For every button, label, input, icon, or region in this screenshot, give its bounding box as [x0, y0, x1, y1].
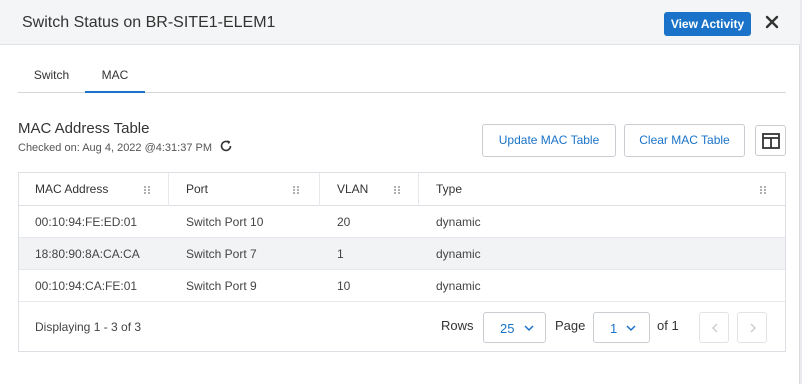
cell-mac-address: 18:80:90:8A:CA:CA [35, 247, 140, 261]
cell-type: dynamic [436, 279, 481, 293]
table-row[interactable]: 00:10:94:CA:FE:01 Switch Port 9 10 dynam… [19, 270, 785, 302]
close-icon[interactable] [763, 13, 781, 31]
modal-title: Switch Status on BR-SITE1-ELEM1 [22, 14, 276, 31]
cell-mac-address: 00:10:94:CA:FE:01 [35, 279, 138, 293]
page-number-select[interactable]: 1 [593, 312, 650, 343]
cell-type: dynamic [436, 247, 481, 261]
column-header-label: Port [186, 182, 209, 196]
chevron-right-icon [750, 323, 756, 333]
cell-port: Switch Port 10 [186, 215, 264, 229]
tab-mac[interactable]: MAC [85, 58, 145, 93]
tab-switch[interactable]: Switch [18, 58, 85, 93]
next-page-button[interactable] [737, 312, 767, 343]
grip-icon[interactable] [759, 185, 767, 195]
clear-mac-table-button[interactable]: Clear MAC Table [624, 124, 745, 157]
page-number-value: 1 [610, 321, 618, 336]
table-row[interactable]: 18:80:90:8A:CA:CA Switch Port 7 1 dynami… [19, 238, 785, 270]
checked-on-timestamp: Checked on: Aug 4, 2022 @4:31:37 PM [18, 142, 213, 154]
view-activity-button[interactable]: View Activity [664, 12, 751, 36]
refresh-icon[interactable] [219, 139, 233, 153]
column-layout-button[interactable] [755, 125, 786, 156]
rows-per-page-value: 25 [500, 321, 515, 336]
table-header: MAC Address Port VLAN Type [19, 173, 785, 206]
table-row[interactable]: 00:10:94:FE:ED:01 Switch Port 10 20 dyna… [19, 206, 785, 238]
column-header-label: MAC Address [35, 182, 109, 196]
cell-vlan: 20 [337, 215, 351, 229]
layout-columns-icon [762, 133, 780, 149]
displaying-count: Displaying 1 - 3 of 3 [35, 320, 142, 334]
cell-type: dynamic [436, 215, 481, 229]
cell-port: Switch Port 7 [186, 247, 257, 261]
switch-status-modal: Switch Status on BR-SITE1-ELEM1 View Act… [0, 0, 800, 384]
mac-address-table: MAC Address Port VLAN Type 00:10:94:FE:E… [18, 172, 786, 352]
grip-icon[interactable] [393, 185, 401, 195]
chevron-down-icon [626, 325, 636, 332]
update-mac-table-button[interactable]: Update MAC Table [482, 124, 616, 157]
of-pages-label: of 1 [657, 318, 679, 333]
chevron-down-icon [524, 325, 534, 332]
column-header-vlan[interactable]: VLAN [321, 173, 419, 206]
grip-icon[interactable] [143, 185, 151, 195]
column-header-label: VLAN [337, 182, 369, 196]
rows-per-page-select[interactable]: 25 [483, 312, 546, 343]
column-header-type[interactable]: Type [420, 173, 785, 206]
section-title: MAC Address Table [18, 120, 150, 137]
modal-header: Switch Status on BR-SITE1-ELEM1 View Act… [0, 0, 800, 45]
grip-icon[interactable] [292, 185, 300, 195]
cell-mac-address: 00:10:94:FE:ED:01 [35, 215, 138, 229]
cell-vlan: 10 [337, 279, 351, 293]
tab-bar: Switch MAC [18, 58, 786, 93]
table-footer: Displaying 1 - 3 of 3 Rows 25 Page 1 of … [19, 303, 785, 351]
page-label: Page [555, 318, 586, 333]
chevron-left-icon [712, 323, 718, 333]
cell-port: Switch Port 9 [186, 279, 257, 293]
previous-page-button[interactable] [699, 312, 729, 343]
rows-label: Rows [441, 318, 474, 333]
cell-vlan: 1 [337, 247, 344, 261]
column-header-label: Type [436, 182, 463, 196]
